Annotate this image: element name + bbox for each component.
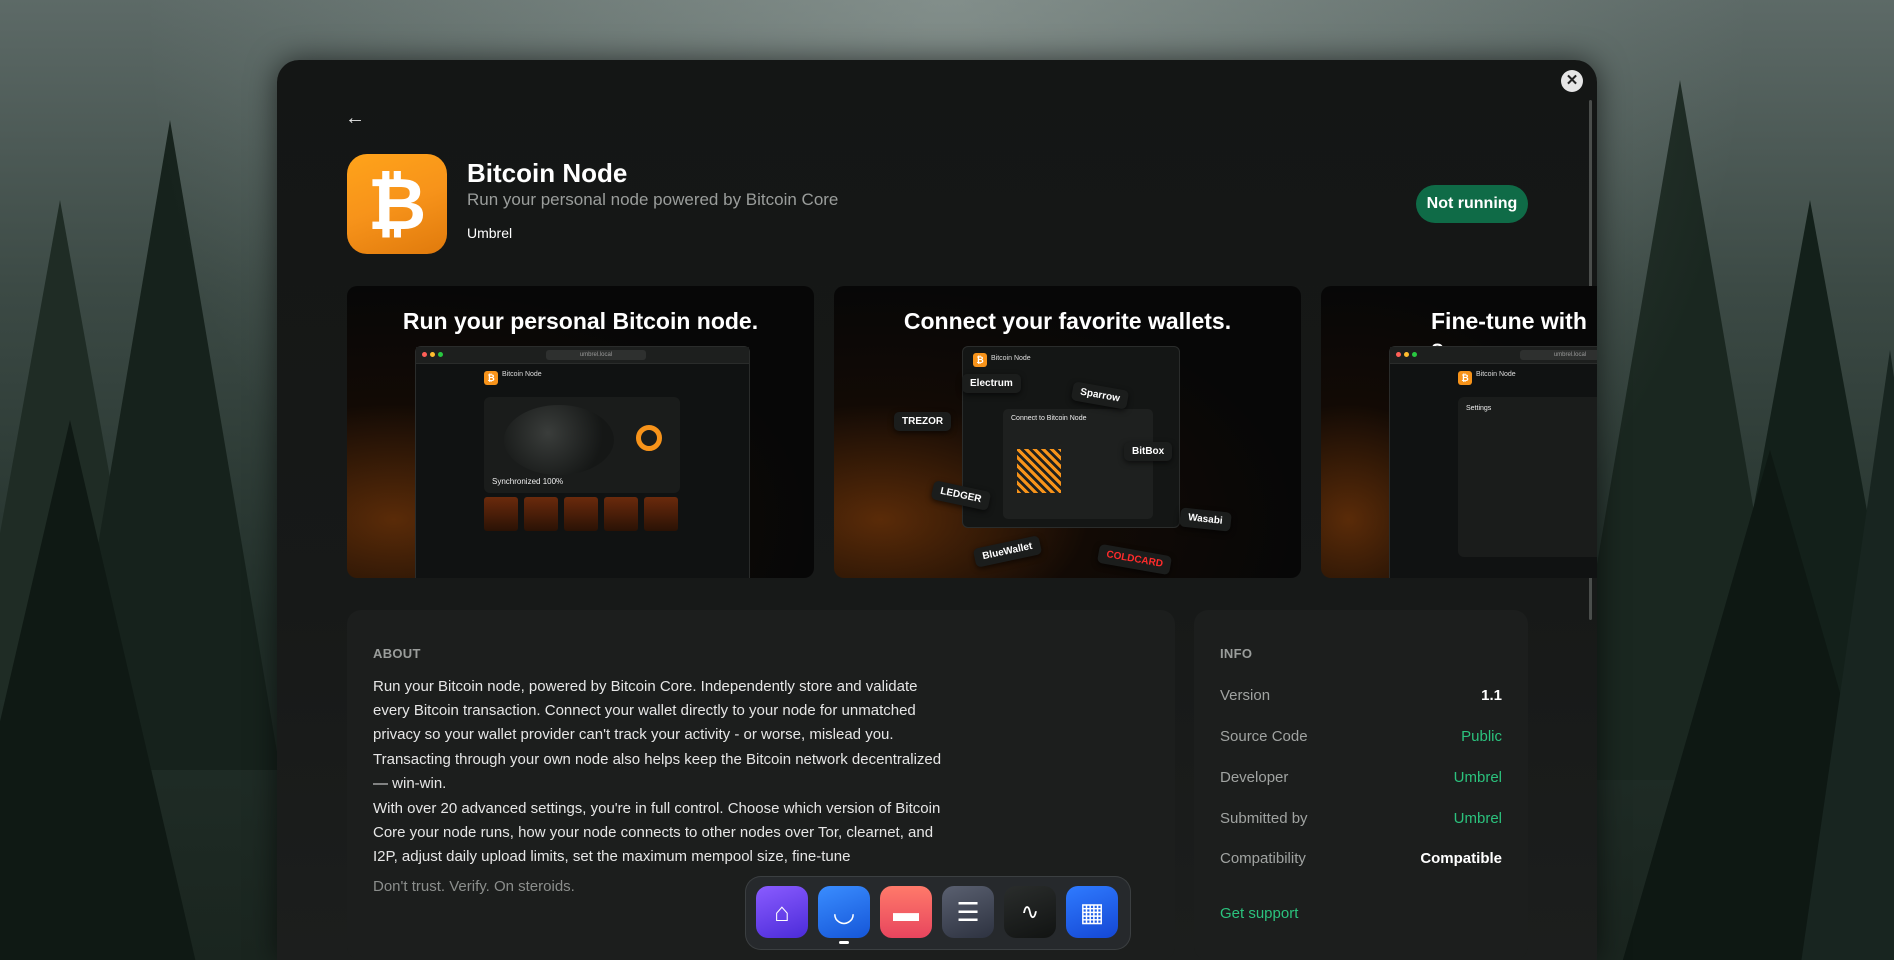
gallery-shot[interactable]: Connect your favorite wallets. ₿ Bitcoin…	[834, 286, 1301, 578]
about-paragraph: Run your Bitcoin node, powered by Bitcoi…	[373, 678, 918, 743]
dock-item-settings[interactable]: ☰	[942, 886, 994, 938]
wallet-tag: TREZOR	[894, 412, 952, 431]
bitcoin-icon: ₿	[367, 162, 427, 246]
mock-app-name: Bitcoin Node	[1476, 371, 1516, 378]
mock-sync-status: Synchronized 100%	[492, 477, 564, 486]
wallet-tag: BlueWallet	[972, 535, 1042, 568]
info-row-source-code: Source Code Public	[1220, 728, 1502, 748]
mock-blocks	[484, 497, 680, 537]
dock: ⌂ ◡ ▬ ☰ ∿ ▦	[745, 876, 1131, 950]
app-title: Bitcoin Node	[467, 158, 628, 188]
mock-app-name: Bitcoin Node	[991, 355, 1031, 362]
status-button[interactable]: Not running	[1416, 185, 1528, 223]
connections-ring	[636, 425, 662, 451]
mock-url: umbrel.local	[546, 350, 646, 360]
mock-url: umbrel.local	[1520, 350, 1597, 360]
back-button[interactable]: ←	[345, 106, 369, 130]
bitcoin-icon: ₿	[1458, 371, 1472, 385]
submitter-link[interactable]: Umbrel	[1454, 810, 1502, 827]
settings-icon: ☰	[956, 896, 980, 927]
gallery-shot[interactable]: Fine-tune with s umbrel.local ₿ Bitcoin …	[1321, 286, 1597, 578]
mock-app-name: Bitcoin Node	[502, 371, 542, 378]
bitcoin-icon: ₿	[973, 353, 987, 367]
files-icon: ▬	[893, 896, 919, 927]
info-label: Developer	[1220, 769, 1289, 786]
wallet-tag: Wasabi	[1179, 507, 1232, 532]
home-icon: ⌂	[774, 896, 790, 927]
close-icon: ✕	[1565, 72, 1579, 89]
arrow-left-icon: ←	[345, 107, 365, 129]
dock-item-files[interactable]: ▬	[880, 886, 932, 938]
mock-sync-card: Synchronized 100%	[484, 397, 680, 493]
dock-item-live-usage[interactable]: ∿	[1004, 886, 1056, 938]
info-heading: INFO	[1220, 646, 1253, 661]
mock-browser-window: umbrel.local ₿ Bitcoin Node Synchronized…	[415, 346, 750, 578]
about-paragraph: With over 20 advanced settings, you're i…	[373, 800, 941, 865]
info-row-version: Version 1.1	[1220, 687, 1502, 707]
info-label: Submitted by	[1220, 810, 1308, 827]
gallery-shot[interactable]: Run your personal Bitcoin node. umbrel.l…	[347, 286, 814, 578]
info-row-compatibility: Compatibility Compatible	[1220, 850, 1502, 870]
mock-connect-dialog: Connect to Bitcoin Node	[1003, 409, 1153, 519]
app-icon: ₿	[347, 154, 447, 254]
info-value: 1.1	[1481, 687, 1502, 704]
app-developer[interactable]: Umbrel	[467, 225, 512, 241]
about-heading: ABOUT	[373, 646, 421, 661]
info-value: Compatible	[1420, 850, 1502, 867]
shot-caption: Run your personal Bitcoin node.	[402, 308, 759, 334]
about-paragraph: Transacting through your own node also h…	[373, 751, 942, 792]
mock-browser-window: umbrel.local ₿ Bitcoin Node Settings	[1389, 346, 1597, 578]
get-support-link[interactable]: Get support	[1220, 905, 1298, 922]
mock-settings-card: Settings	[1458, 397, 1597, 557]
wallet-tag: Electrum	[962, 374, 1021, 393]
dock-item-widgets[interactable]: ▦	[1066, 886, 1118, 938]
close-button[interactable]: ✕	[1561, 70, 1583, 92]
source-code-link[interactable]: Public	[1461, 728, 1502, 745]
dock-active-indicator	[839, 941, 849, 944]
screenshot-gallery[interactable]: Run your personal Bitcoin node. umbrel.l…	[347, 286, 1597, 578]
globe-icon	[504, 405, 614, 475]
mock-settings-title: Settings	[1466, 405, 1492, 412]
wallet-tag: BitBox	[1124, 442, 1173, 461]
app-tagline: Run your personal node powered by Bitcoi…	[467, 190, 839, 209]
app-store-icon: ◡	[832, 896, 856, 927]
dock-item-app-store[interactable]: ◡	[818, 886, 870, 938]
info-label: Compatibility	[1220, 850, 1306, 867]
shot-caption: Connect your favorite wallets.	[903, 308, 1232, 334]
developer-link[interactable]: Umbrel	[1454, 769, 1502, 786]
info-row-developer: Developer Umbrel	[1220, 769, 1502, 789]
bitcoin-icon: ₿	[484, 371, 498, 385]
mock-dialog-title: Connect to Bitcoin Node	[1011, 415, 1087, 422]
wallet-tag: COLDCARD	[1096, 543, 1173, 576]
info-card: INFO Version 1.1 Source Code Public Deve…	[1194, 610, 1528, 960]
info-label: Source Code	[1220, 728, 1308, 745]
info-row-submitted-by: Submitted by Umbrel	[1220, 810, 1502, 830]
dock-item-home[interactable]: ⌂	[756, 886, 808, 938]
qr-code-icon	[1017, 449, 1061, 493]
app-details-modal: ✕ ← ₿ Bitcoin Node Run your personal nod…	[277, 60, 1597, 960]
live-usage-icon: ∿	[1020, 899, 1040, 924]
info-label: Version	[1220, 687, 1271, 704]
widgets-icon: ▦	[1079, 896, 1105, 927]
